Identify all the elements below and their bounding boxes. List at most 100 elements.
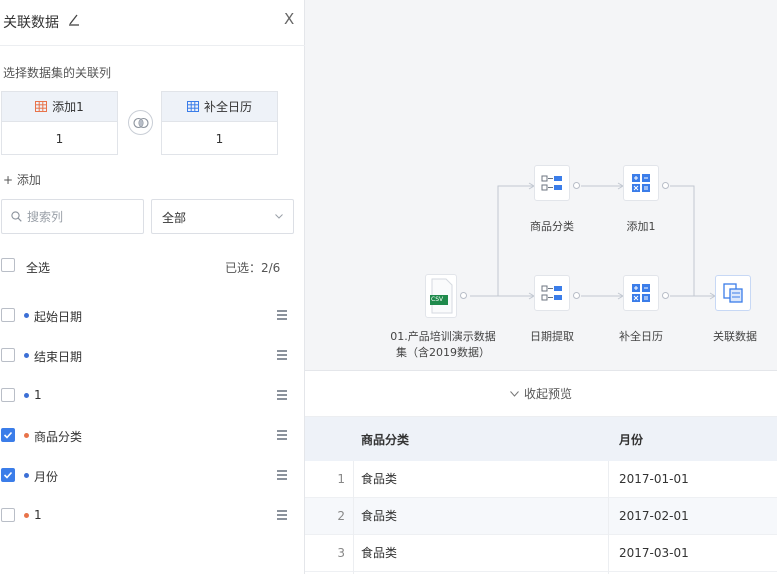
output-port[interactable] bbox=[460, 292, 467, 299]
inner-join-icon bbox=[133, 117, 149, 129]
filter-selected-value: 全部 bbox=[162, 211, 187, 225]
table-icon bbox=[35, 101, 48, 112]
field-row[interactable]: 商品分类 bbox=[0, 415, 305, 455]
search-input[interactable] bbox=[27, 208, 137, 226]
calculator-icon bbox=[632, 284, 650, 302]
field-name: 结束日期 bbox=[34, 350, 83, 364]
cell-category: 食品类 bbox=[361, 509, 398, 523]
right-dataset-name: 补全日历 bbox=[203, 100, 252, 114]
field-type-dot bbox=[24, 393, 29, 398]
select-all-checkbox[interactable] bbox=[1, 258, 15, 272]
edit-pencil-icon[interactable] bbox=[67, 12, 81, 26]
table-header: 商品分类 月份 bbox=[305, 417, 777, 461]
flow-node-fill-calendar[interactable] bbox=[623, 275, 659, 311]
drag-handle-icon[interactable] bbox=[277, 310, 287, 320]
field-row[interactable]: 结束日期 bbox=[0, 335, 305, 375]
drag-handle-icon[interactable] bbox=[277, 390, 287, 400]
calculator-icon bbox=[632, 174, 650, 192]
panel-header: 关联数据 X bbox=[0, 0, 305, 46]
collapse-preview-button[interactable]: 收起预览 bbox=[305, 371, 777, 417]
split-columns-icon bbox=[541, 175, 562, 191]
row-index: 1 bbox=[337, 472, 345, 486]
left-dataset-value: 1 bbox=[55, 131, 64, 146]
field-type-dot bbox=[24, 353, 29, 358]
field-checkbox[interactable] bbox=[1, 428, 15, 442]
output-port[interactable] bbox=[662, 292, 669, 299]
drag-handle-icon[interactable] bbox=[277, 510, 287, 520]
field-name: 1 bbox=[34, 388, 42, 402]
field-name: 起始日期 bbox=[34, 310, 83, 324]
add-join-column-button[interactable]: + 添加 bbox=[3, 171, 41, 188]
row-index: 3 bbox=[337, 546, 345, 560]
table-row: 3 食品类 2017-03-01 bbox=[305, 535, 777, 572]
field-name: 1 bbox=[34, 508, 42, 522]
drag-handle-icon[interactable] bbox=[277, 350, 287, 360]
flow-node-category-label: 商品分类 bbox=[530, 220, 574, 233]
right-dataset-box[interactable]: 补全日历 1 bbox=[161, 91, 278, 155]
flow-node-join-label: 关联数据 bbox=[713, 330, 757, 343]
field-name: 月份 bbox=[34, 470, 59, 484]
chevron-down-icon bbox=[275, 214, 283, 219]
column-header-category[interactable]: 商品分类 bbox=[361, 431, 409, 448]
column-divider bbox=[353, 461, 354, 574]
column-search[interactable] bbox=[1, 199, 144, 234]
right-dataset-header: 补全日历 bbox=[162, 92, 277, 122]
table-row: 2 食品类 2017-02-01 bbox=[305, 498, 777, 535]
field-checkbox[interactable] bbox=[1, 468, 15, 482]
flow-node-join[interactable] bbox=[715, 275, 751, 311]
flow-node-category[interactable] bbox=[534, 165, 570, 201]
flow-node-date-extract-label: 日期提取 bbox=[530, 330, 574, 343]
checkmark-icon bbox=[3, 471, 13, 479]
field-type-dot bbox=[24, 513, 29, 518]
field-row[interactable]: 月份 bbox=[0, 455, 305, 495]
section-label: 选择数据集的关联列 bbox=[3, 66, 112, 80]
collapse-preview-label: 收起预览 bbox=[523, 387, 572, 401]
flow-node-add1-label: 添加1 bbox=[626, 220, 656, 233]
field-type-dot bbox=[24, 433, 29, 438]
output-port[interactable] bbox=[573, 182, 580, 189]
split-columns-icon bbox=[541, 285, 562, 301]
flow-canvas[interactable]: CSV 01.产品培训演示数据 集（含2019数据） 商品分类 日期提取 添加1… bbox=[305, 0, 777, 370]
source-label-line1: 01.产品培训演示数据 bbox=[390, 330, 496, 343]
flow-node-fill-calendar-label: 补全日历 bbox=[619, 330, 663, 343]
field-row[interactable]: 1 bbox=[0, 375, 305, 415]
panel-title: 关联数据 bbox=[3, 15, 59, 31]
output-port[interactable] bbox=[573, 292, 580, 299]
column-header-month[interactable]: 月份 bbox=[619, 431, 643, 448]
search-icon bbox=[11, 211, 22, 222]
flow-node-date-extract[interactable] bbox=[534, 275, 570, 311]
flow-node-source[interactable]: CSV bbox=[425, 274, 457, 318]
left-dataset-box[interactable]: 添加1 1 bbox=[1, 91, 118, 155]
close-button[interactable]: X bbox=[284, 10, 294, 28]
field-type-dot bbox=[24, 473, 29, 478]
field-type-dot bbox=[24, 313, 29, 318]
source-label-line2: 集（含2019数据） bbox=[396, 346, 490, 359]
left-dataset-header: 添加1 bbox=[2, 92, 117, 122]
checkmark-icon bbox=[3, 431, 13, 439]
flow-node-source-label: 01.产品培训演示数据 集（含2019数据） bbox=[383, 328, 503, 360]
data-preview: 收起预览 商品分类 月份 1 食品类 2017-01-01 2 食品类 2017-02-0… bbox=[305, 370, 777, 574]
field-checkbox[interactable] bbox=[1, 308, 15, 322]
left-dataset-name: 添加1 bbox=[52, 100, 84, 114]
selected-count: 已选：2/6 bbox=[225, 261, 281, 275]
flow-node-add1[interactable] bbox=[623, 165, 659, 201]
field-checkbox[interactable] bbox=[1, 348, 15, 362]
field-row[interactable]: 1 bbox=[0, 495, 305, 535]
field-checkbox[interactable] bbox=[1, 388, 15, 402]
right-dataset-value: 1 bbox=[215, 131, 224, 146]
table-row: 1 食品类 2017-01-01 bbox=[305, 461, 777, 498]
join-type-button[interactable] bbox=[128, 110, 153, 135]
output-port[interactable] bbox=[662, 182, 669, 189]
app-window: 关联数据 X 选择数据集的关联列 添加1 1 补全日历 1 + 添加 搜索列 全… bbox=[0, 0, 777, 574]
drag-handle-icon[interactable] bbox=[277, 470, 287, 480]
field-name: 商品分类 bbox=[34, 430, 83, 444]
cell-category: 食品类 bbox=[361, 546, 398, 560]
drag-handle-icon[interactable] bbox=[277, 430, 287, 440]
field-checkbox[interactable] bbox=[1, 508, 15, 522]
field-row[interactable]: 起始日期 bbox=[0, 295, 305, 335]
column-divider bbox=[608, 461, 609, 574]
column-filter-select[interactable]: 全部 bbox=[151, 199, 294, 234]
cell-month: 2017-02-01 bbox=[619, 509, 689, 523]
table-icon bbox=[186, 101, 199, 112]
chevron-down-icon bbox=[510, 390, 519, 397]
